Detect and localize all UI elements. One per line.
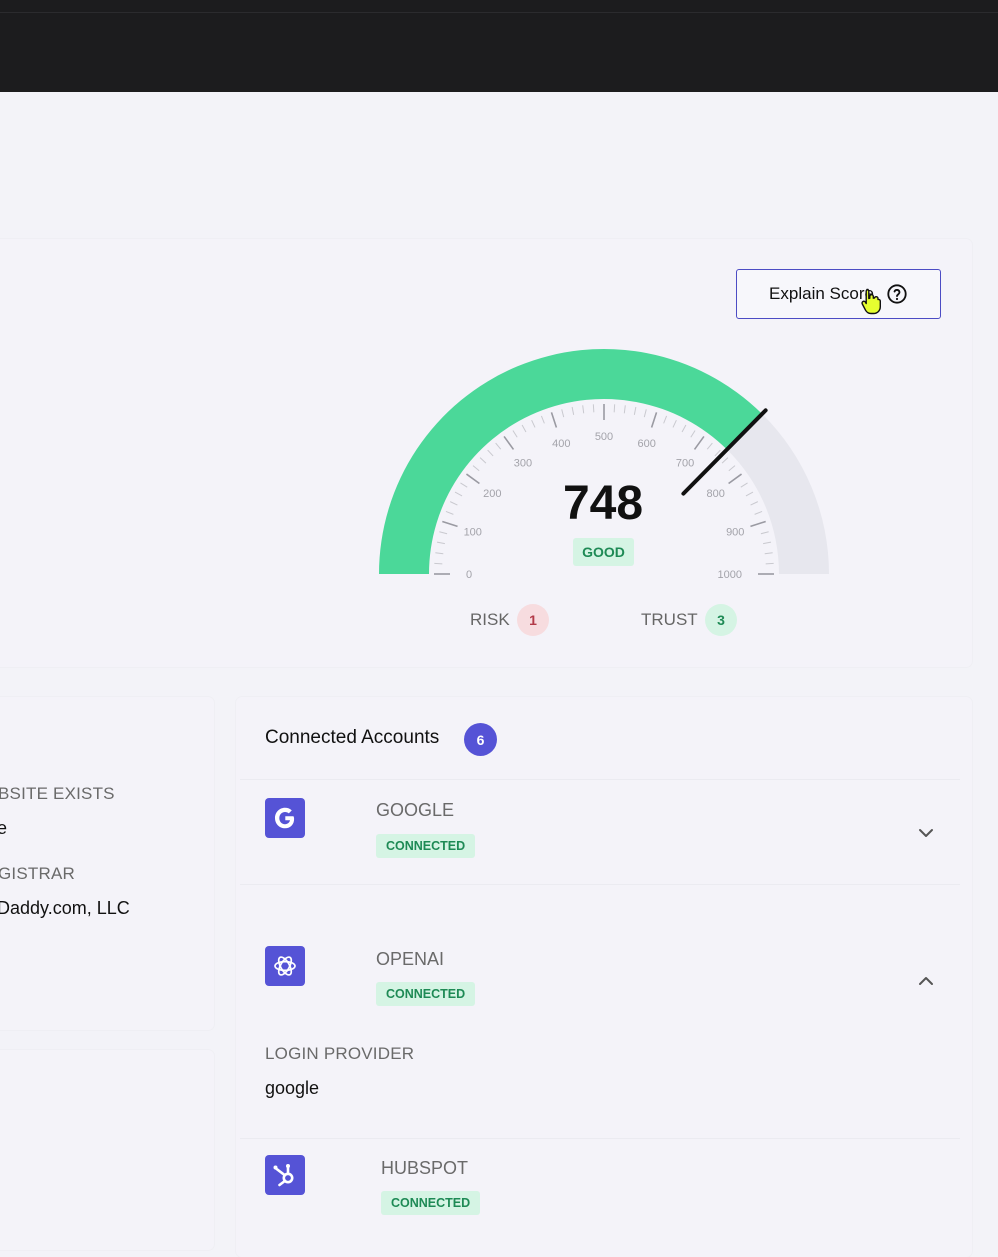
hubspot-icon: [265, 1155, 305, 1195]
connected-accounts-count: 6: [464, 723, 497, 756]
login-provider-value: google: [265, 1078, 320, 1098]
openai-icon: [265, 946, 305, 986]
account-divider: [240, 1138, 960, 1139]
connected-accounts-title: Connected Accounts: [265, 727, 440, 748]
risk-label: RISK: [470, 610, 510, 629]
registrar-label: GISTRAR: [0, 864, 75, 883]
registrar-value: Daddy.com, LLC: [0, 898, 130, 918]
trust-count-badge: 3: [705, 604, 737, 636]
connected-accounts-card: [236, 697, 972, 1257]
accounts-header-divider: [240, 779, 960, 780]
account-status-badge: CONNECTED: [381, 1191, 481, 1215]
hand-cursor-icon: [861, 288, 881, 315]
chevron-down-icon[interactable]: [915, 822, 937, 844]
website-exists-value: e: [0, 818, 8, 838]
account-name: OPENAI: [376, 949, 445, 969]
trust-label: TRUST: [641, 610, 698, 629]
chevron-up-icon[interactable]: [915, 970, 937, 992]
secondary-info-card: [0, 1050, 214, 1250]
website-exists-label: BSITE EXISTS: [0, 784, 115, 803]
account-name: HUBSPOT: [381, 1158, 469, 1178]
account-status-badge: CONNECTED: [376, 834, 476, 858]
top-navigation-bar: [0, 0, 998, 92]
help-circle-icon: [887, 284, 907, 304]
account-divider: [240, 884, 960, 885]
account-name: GOOGLE: [376, 800, 455, 820]
risk-count-badge: 1: [517, 604, 549, 636]
score-rating-badge: GOOD: [573, 538, 634, 566]
score-value: 748: [562, 477, 644, 530]
login-provider-label: LOGIN PROVIDER: [265, 1044, 415, 1063]
google-g-icon: [265, 798, 305, 838]
explain-score-button[interactable]: Explain Score: [736, 269, 941, 319]
topbar-divider: [0, 12, 998, 13]
explain-score-label: Explain Score: [769, 284, 874, 303]
account-status-badge: CONNECTED: [376, 982, 476, 1006]
